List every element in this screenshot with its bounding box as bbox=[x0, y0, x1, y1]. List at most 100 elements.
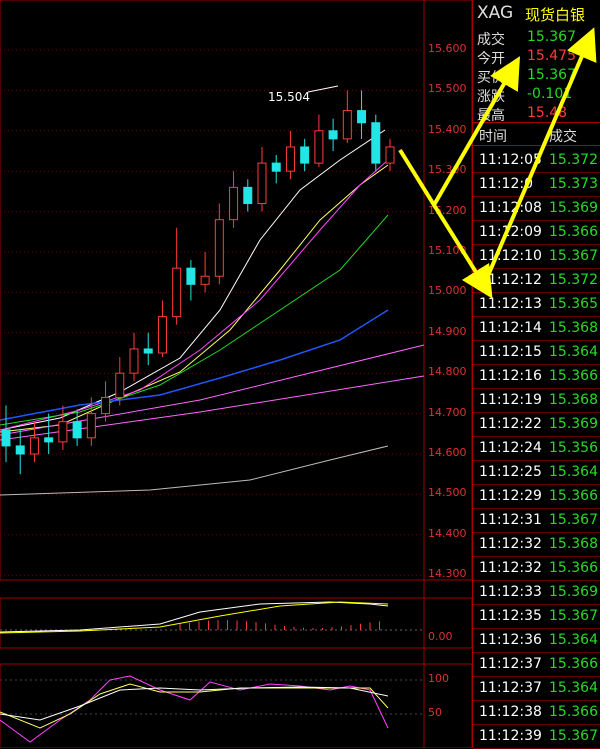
quote-value: 15.475 bbox=[527, 48, 576, 64]
ticks-header: 时间 成交 bbox=[473, 122, 600, 146]
tick-price: 15.364 bbox=[549, 344, 598, 360]
tick-row[interactable]: 11:12:32 15.366 bbox=[473, 556, 600, 581]
quote-row: 成交 15.367 bbox=[475, 28, 599, 48]
quote-row: 买价 15.367 bbox=[475, 66, 599, 86]
tick-time: 11:12:14 bbox=[479, 320, 542, 336]
tick-price: 15.369 bbox=[549, 416, 598, 432]
tick-row[interactable]: 11:12:14 15.368 bbox=[473, 316, 600, 341]
instrument-name: 现货白银 bbox=[525, 6, 586, 24]
tick-price: 15.367 bbox=[549, 512, 598, 528]
tick-time: 11:12:31 bbox=[479, 512, 542, 528]
tick-row[interactable]: 11:12:24 15.356 bbox=[473, 436, 600, 461]
quote-label: 买价 bbox=[477, 70, 505, 86]
tick-row[interactable]: 11:12:38 15.366 bbox=[473, 700, 600, 725]
tick-row[interactable]: 11:12:36 15.364 bbox=[473, 628, 600, 653]
tick-row[interactable]: 11:12:15 15.364 bbox=[473, 340, 600, 365]
quote-label: 涨跌 bbox=[477, 89, 505, 105]
price-tick-label: 14.600 bbox=[428, 446, 467, 459]
tick-row[interactable]: 11:12:12 15.372 bbox=[473, 268, 600, 293]
tick-row[interactable]: 11:12:16 15.366 bbox=[473, 364, 600, 389]
candle-body bbox=[229, 186, 239, 221]
tick-row[interactable]: 11:12:37 15.366 bbox=[473, 652, 600, 677]
tick-time: 11:12:29 bbox=[479, 488, 542, 504]
price-tick-label: 14.500 bbox=[428, 486, 467, 500]
tick-row[interactable]: 11:12:39 15.367 bbox=[473, 724, 600, 749]
tick-price: 15.366 bbox=[549, 224, 598, 240]
tick-price: 15.367 bbox=[549, 608, 598, 624]
ticks-header-time: 时间 bbox=[479, 129, 507, 145]
quote-value: -0.101 bbox=[527, 86, 573, 102]
price-tick-label: 15.000 bbox=[428, 284, 467, 298]
tick-row[interactable]: 11:12:37 15.364 bbox=[473, 676, 600, 701]
tick-price: 15.364 bbox=[549, 464, 598, 480]
quote-value: 15.367 bbox=[527, 67, 576, 83]
candle-body bbox=[86, 413, 96, 439]
tick-time: 11:12:16 bbox=[479, 368, 542, 384]
candle-body bbox=[15, 445, 25, 455]
tick-time: 11:12:35 bbox=[479, 608, 542, 624]
tick-row[interactable]: 11:12:33 15.369 bbox=[473, 580, 600, 605]
tick-row[interactable]: 11:12:0 15.373 bbox=[473, 172, 600, 197]
ma-line-gray bbox=[0, 445, 389, 496]
price-tick-label: 14.700 bbox=[428, 405, 467, 419]
tick-price: 15.368 bbox=[549, 536, 598, 552]
ticks-header-deal: 成交 bbox=[549, 129, 577, 145]
tick-row[interactable]: 11:12:13 15.365 bbox=[473, 292, 600, 317]
quote-row: 涨跌 -0.101 bbox=[475, 85, 599, 105]
quote-value: 15.367 bbox=[527, 29, 576, 45]
tick-row[interactable]: 11:12:10 15.367 bbox=[473, 244, 600, 269]
macd-axis-label: 0.00 bbox=[428, 630, 453, 643]
quote-label: 成交 bbox=[477, 32, 505, 48]
tick-price: 15.368 bbox=[549, 320, 598, 336]
candle-body bbox=[357, 110, 367, 124]
tick-time: 11:12:32 bbox=[479, 536, 542, 552]
tick-price: 15.366 bbox=[549, 488, 598, 504]
macd-histogram bbox=[179, 620, 380, 630]
candles bbox=[1, 90, 395, 475]
candlestick-chart-area[interactable]: 15.600 15.500 15.400 15.300 15.200 15.100 15.0… bbox=[0, 0, 472, 748]
candle-body bbox=[214, 219, 224, 277]
tick-row[interactable]: 11:12:22 15.369 bbox=[473, 412, 600, 437]
price-tick-label: 15.500 bbox=[428, 82, 467, 96]
tick-row[interactable]: 11:12:29 15.366 bbox=[473, 484, 600, 509]
tick-price: 15.367 bbox=[549, 248, 598, 264]
candle-body bbox=[328, 130, 338, 140]
high-marker-line bbox=[307, 85, 339, 93]
tick-price: 15.366 bbox=[549, 656, 598, 672]
tick-row[interactable]: 11:12:08 15.369 bbox=[473, 196, 600, 221]
quote-value: 15.48 bbox=[527, 105, 568, 121]
tick-time: 11:12:39 bbox=[479, 728, 542, 744]
kdj-axis-label-100: 100 bbox=[428, 672, 449, 685]
tick-time: 11:12:08 bbox=[479, 200, 542, 216]
tick-row[interactable]: 11:12:31 15.367 bbox=[473, 508, 600, 533]
macd-dea-line bbox=[0, 601, 389, 634]
tick-row[interactable]: 11:12:19 15.368 bbox=[473, 388, 600, 413]
tick-row[interactable]: 11:12:25 15.364 bbox=[473, 460, 600, 485]
price-tick-label: 15.600 bbox=[428, 42, 467, 55]
price-tick-label: 14.300 bbox=[428, 567, 467, 581]
tick-time: 11:12:36 bbox=[479, 632, 542, 648]
instrument-header[interactable]: XAG 现货白银 bbox=[473, 0, 600, 26]
tick-time: 11:12:10 bbox=[479, 248, 542, 264]
tick-row[interactable]: 11:12:35 15.367 bbox=[473, 604, 600, 629]
tick-time: 11:12:15 bbox=[479, 344, 542, 360]
ma-line-yellow bbox=[0, 164, 389, 433]
candle-body bbox=[157, 316, 167, 354]
candle-body bbox=[200, 275, 210, 285]
price-tick-label: 15.200 bbox=[428, 203, 467, 217]
candle-body bbox=[371, 122, 381, 164]
tick-row[interactable]: 11:12:32 15.368 bbox=[473, 532, 600, 557]
chart-canvas[interactable] bbox=[0, 0, 472, 748]
tick-price: 15.372 bbox=[549, 272, 598, 288]
tick-time: 11:12:37 bbox=[479, 680, 542, 696]
tick-row[interactable]: 11:12:05 15.372 bbox=[473, 148, 600, 173]
tick-row[interactable]: 11:12:09 15.366 bbox=[473, 220, 600, 245]
ma-line-green bbox=[0, 214, 389, 426]
tick-time: 11:12:24 bbox=[479, 440, 542, 456]
candle-body bbox=[285, 146, 295, 172]
quote-label: 今开 bbox=[477, 51, 505, 67]
candle-body bbox=[101, 396, 111, 415]
tick-price: 15.369 bbox=[549, 584, 598, 600]
tick-time: 11:12:22 bbox=[479, 416, 542, 432]
candle-body bbox=[44, 437, 54, 443]
